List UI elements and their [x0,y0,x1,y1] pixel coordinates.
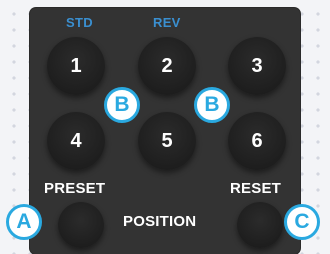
key-6-button[interactable]: 6 [228,112,286,170]
rev-mode-label: REV [153,15,181,30]
key-2-button[interactable]: 2 [138,37,196,95]
preset-label: PRESET [44,180,106,197]
callout-c-badge: C [284,204,320,240]
key-4-button[interactable]: 4 [47,112,105,170]
key-5-button[interactable]: 5 [138,112,196,170]
callout-a-badge: A [6,204,42,240]
position-label: POSITION [123,213,197,230]
callout-b-left-badge: B [104,87,140,123]
reset-button[interactable] [237,202,283,248]
std-mode-label: STD [66,15,93,30]
preset-button[interactable] [58,202,104,248]
callout-b-right-badge: B [194,87,230,123]
reset-label: RESET [230,180,282,197]
key-3-button[interactable]: 3 [228,37,286,95]
key-1-button[interactable]: 1 [47,37,105,95]
